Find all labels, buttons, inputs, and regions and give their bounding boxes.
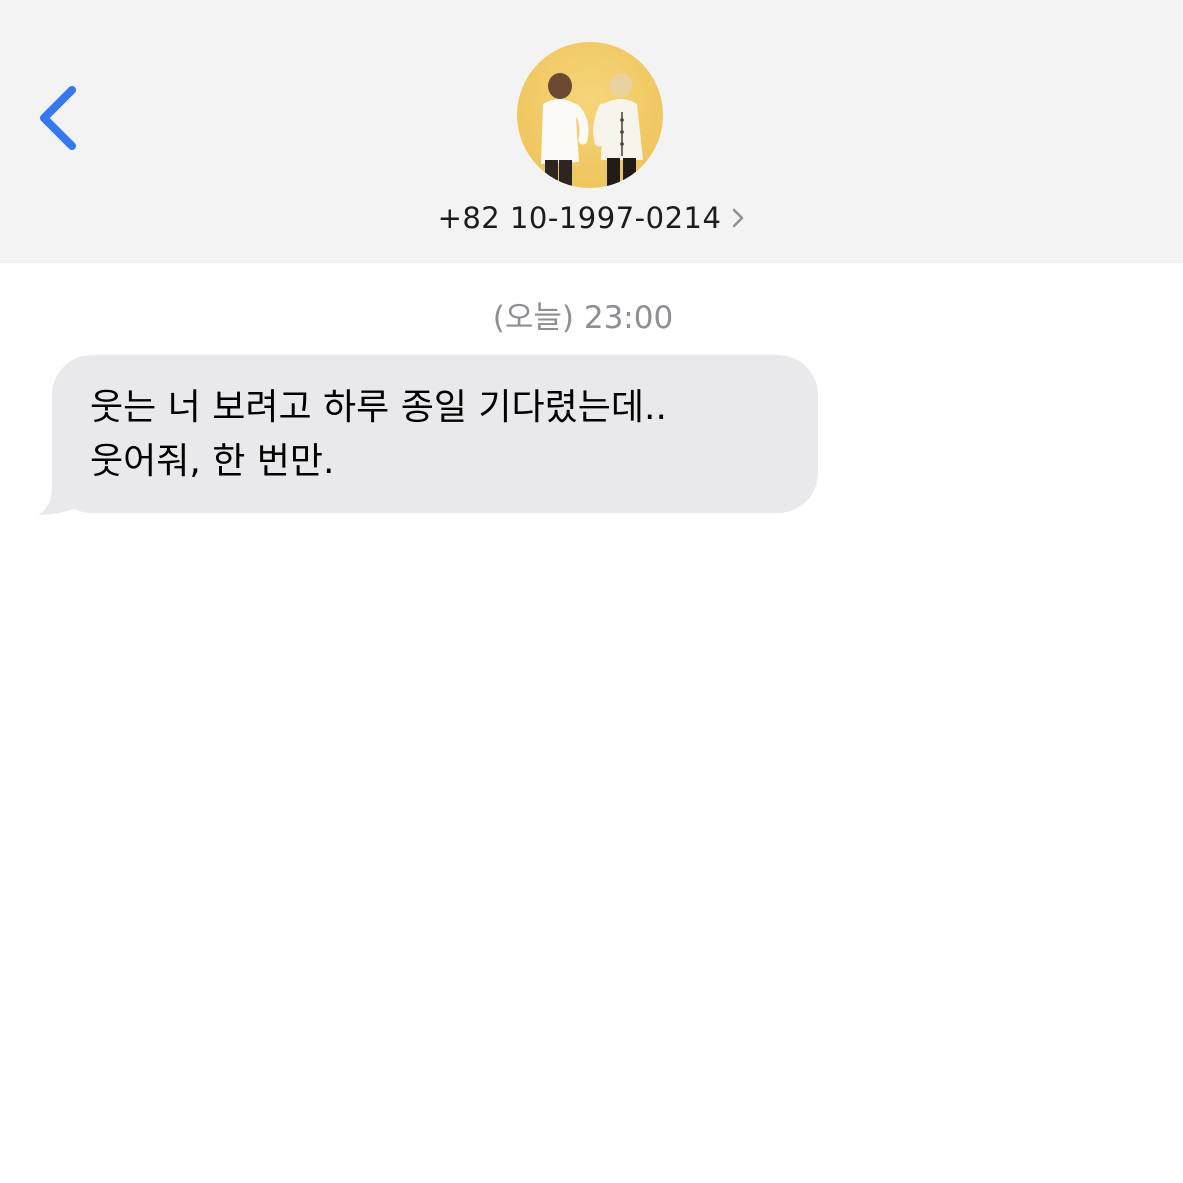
contact-photo — [517, 42, 663, 188]
messages-screen: +82 10-1997-0214 (오늘) 23:00 웃는 너 보려고 하루 … — [0, 0, 1183, 1183]
message-timestamp: (오늘) 23:00 — [492, 300, 674, 336]
chevron-left-icon — [40, 86, 76, 150]
message-bubble: 웃는 너 보려고 하루 종일 기다렸는데.. 웃어줘, 한 번만. — [52, 355, 818, 513]
contact-name: +82 10-1997-0214 — [437, 201, 722, 235]
contact-info-button[interactable]: +82 10-1997-0214 — [0, 196, 1183, 240]
message-line-1: 웃는 너 보려고 하루 종일 기다렸는데.. — [90, 387, 667, 428]
message-incoming[interactable]: 웃는 너 보려고 하루 종일 기다렸는데.. 웃어줘, 한 번만. — [38, 355, 818, 515]
message-line-2: 웃어줘, 한 번만. — [90, 441, 335, 482]
conversation-header: +82 10-1997-0214 — [0, 0, 1183, 263]
contact-avatar[interactable] — [517, 42, 663, 188]
back-button[interactable] — [28, 78, 98, 158]
chevron-right-icon — [733, 208, 744, 228]
